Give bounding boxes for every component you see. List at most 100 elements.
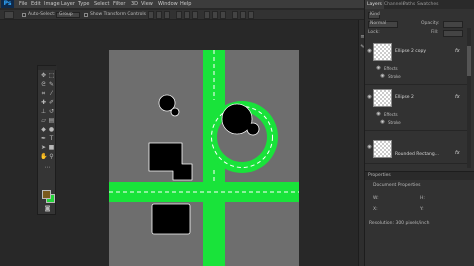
distribute-right-button[interactable] <box>248 11 254 19</box>
menu-window[interactable]: Window <box>158 0 178 8</box>
artwork <box>109 50 299 266</box>
rounded-rectangle-shape[interactable] <box>151 203 191 235</box>
quick-select-tool-icon[interactable]: ✎ <box>48 81 55 88</box>
fx-icon[interactable]: fx <box>455 48 460 54</box>
brush-tool-icon[interactable]: ✐ <box>48 99 55 106</box>
path-select-tool-icon[interactable]: ➤ <box>40 144 47 151</box>
ellipse-2-shape[interactable] <box>158 94 180 117</box>
blend-mode-value: Normal <box>370 21 387 26</box>
auto-select-value: Group <box>59 12 73 17</box>
align-top-button[interactable] <box>148 11 154 19</box>
auto-select-dropdown[interactable]: Group <box>56 12 80 18</box>
stroke-eye-icon[interactable]: ◉ <box>379 73 386 80</box>
layer-row[interactable]: ◉ Ellipse 2 copy fx ◉ Effects ◉ Stroke <box>365 40 467 85</box>
menu-file[interactable]: File <box>19 0 27 8</box>
layers-panel: Layers Channels Paths Swatches Kind Norm… <box>364 0 474 266</box>
stroke-effect-label: Stroke <box>388 74 401 79</box>
tab-layers[interactable]: Layers <box>365 0 384 9</box>
align-hcenter-button[interactable] <box>184 11 190 19</box>
history-brush-tool-icon[interactable]: ↺ <box>48 108 55 115</box>
tab-swatches[interactable]: Swatches <box>417 0 439 9</box>
layer-name[interactable]: Ellipse 2 copy <box>395 49 426 54</box>
menu-edit[interactable]: Edit <box>31 0 41 8</box>
shape-tool-icon[interactable]: ■ <box>48 144 55 151</box>
zoom-tool-icon[interactable]: ⚲ <box>48 153 55 160</box>
menu-type[interactable]: Type <box>78 0 89 8</box>
y-label: Y: <box>420 207 424 212</box>
fx-icon[interactable]: fx <box>455 94 460 100</box>
marquee-tool-icon[interactable]: ⬚ <box>48 72 55 79</box>
menu-layer[interactable]: Layer <box>61 0 75 8</box>
layer-thumbnail <box>373 43 392 61</box>
fx-icon[interactable]: fx <box>455 150 460 156</box>
document-canvas[interactable] <box>109 50 299 266</box>
tools-panel: ✥ ⬚ ᘓ ✎ ⌗ ⁄ ✚ ✐ ⊥ ↺ ▱ ▤ ◆ ● ✒ T ➤ ■ ✋ ⚲ … <box>37 65 57 215</box>
align-bottom-button[interactable] <box>164 11 170 19</box>
dodge-tool-icon[interactable]: ● <box>48 126 55 133</box>
gradient-tool-icon[interactable]: ▤ <box>48 117 55 124</box>
layer-name[interactable]: Ellipse 2 <box>395 95 414 100</box>
tab-paths[interactable]: Paths <box>403 0 415 9</box>
photoshop-window: Ps File Edit Image Layer Type Select Fil… <box>0 0 474 266</box>
auto-select-checkbox[interactable] <box>22 13 26 17</box>
layer-row[interactable]: ◉ Rounded Rectang... fx <box>365 132 467 164</box>
layer-name[interactable]: Rounded Rectang... <box>395 152 439 157</box>
stroke-eye-icon[interactable]: ◉ <box>379 119 386 126</box>
menu-filter[interactable]: Filter <box>113 0 125 8</box>
effects-eye-icon[interactable]: ◉ <box>375 65 382 72</box>
type-tool-icon[interactable]: T <box>48 135 55 142</box>
lasso-tool-icon[interactable]: ᘓ <box>40 81 47 88</box>
healing-tool-icon[interactable]: ✚ <box>40 99 47 106</box>
layer-filter-label: Kind <box>370 12 380 17</box>
more-tools-icon[interactable]: ⋯ <box>44 164 51 171</box>
menu-select[interactable]: Select <box>94 0 109 8</box>
tools-panel-grip[interactable] <box>38 66 57 70</box>
align-right-button[interactable] <box>192 11 198 19</box>
distribute-top-button[interactable] <box>204 11 210 19</box>
distribute-vcenter-button[interactable] <box>212 11 218 19</box>
pen-tool-icon[interactable]: ✒ <box>40 135 47 142</box>
properties-title[interactable]: Properties <box>368 173 391 178</box>
distribute-left-button[interactable] <box>232 11 238 19</box>
opacity-field[interactable] <box>443 21 463 28</box>
l-shaped-building[interactable] <box>148 142 193 181</box>
blur-tool-icon[interactable]: ◆ <box>40 126 47 133</box>
layers-scroll-thumb[interactable] <box>467 46 471 76</box>
foreground-color-swatch[interactable] <box>42 190 51 199</box>
height-label: H: <box>420 196 425 201</box>
canvas-workspace[interactable]: ✥ ⬚ ᘓ ✎ ⌗ ⁄ ✚ ✐ ⊥ ↺ ▱ ▤ ◆ ● ✒ T ➤ ■ ✋ ⚲ … <box>0 21 358 266</box>
visibility-eye-icon[interactable]: ◉ <box>366 144 373 151</box>
opacity-label: Opacity: <box>421 21 440 26</box>
hand-tool-icon[interactable]: ✋ <box>40 153 47 160</box>
move-tool-preset[interactable] <box>4 11 14 19</box>
effects-label: Effects <box>384 66 398 71</box>
lock-label: Lock: <box>368 30 380 35</box>
align-vcenter-button[interactable] <box>156 11 162 19</box>
fill-field[interactable] <box>443 30 463 37</box>
properties-subtitle: Document Properties <box>373 183 421 188</box>
visibility-eye-icon[interactable]: ◉ <box>366 94 373 101</box>
effects-label: Effects <box>384 112 398 117</box>
align-left-button[interactable] <box>176 11 182 19</box>
tab-channels[interactable]: Channels <box>384 0 405 9</box>
layer-thumbnail <box>373 140 392 158</box>
visibility-eye-icon[interactable]: ◉ <box>366 48 373 55</box>
layers-scrollbar[interactable] <box>467 28 471 168</box>
auto-select-label: Auto-Select: <box>28 12 56 17</box>
menu-help[interactable]: Help <box>180 0 191 8</box>
menu-3d[interactable]: 3D <box>131 0 138 8</box>
crop-tool-icon[interactable]: ⌗ <box>40 90 47 97</box>
eyedropper-tool-icon[interactable]: ⁄ <box>48 90 55 97</box>
stamp-tool-icon[interactable]: ⊥ <box>40 108 47 115</box>
move-tool-icon[interactable]: ✥ <box>40 72 47 79</box>
effects-eye-icon[interactable]: ◉ <box>375 111 382 118</box>
distribute-hcenter-button[interactable] <box>240 11 246 19</box>
menu-image[interactable]: Image <box>44 0 60 8</box>
distribute-bottom-button[interactable] <box>220 11 226 19</box>
layer-row[interactable]: ◉ Ellipse 2 fx ◉ Effects ◉ Stroke <box>365 86 467 131</box>
quick-mask-icon[interactable]: ◙ <box>44 205 51 212</box>
menu-view[interactable]: View <box>141 0 153 8</box>
transform-controls-checkbox[interactable] <box>84 13 88 17</box>
transform-controls-label: Show Transform Controls <box>90 12 146 17</box>
eraser-tool-icon[interactable]: ▱ <box>40 117 47 124</box>
